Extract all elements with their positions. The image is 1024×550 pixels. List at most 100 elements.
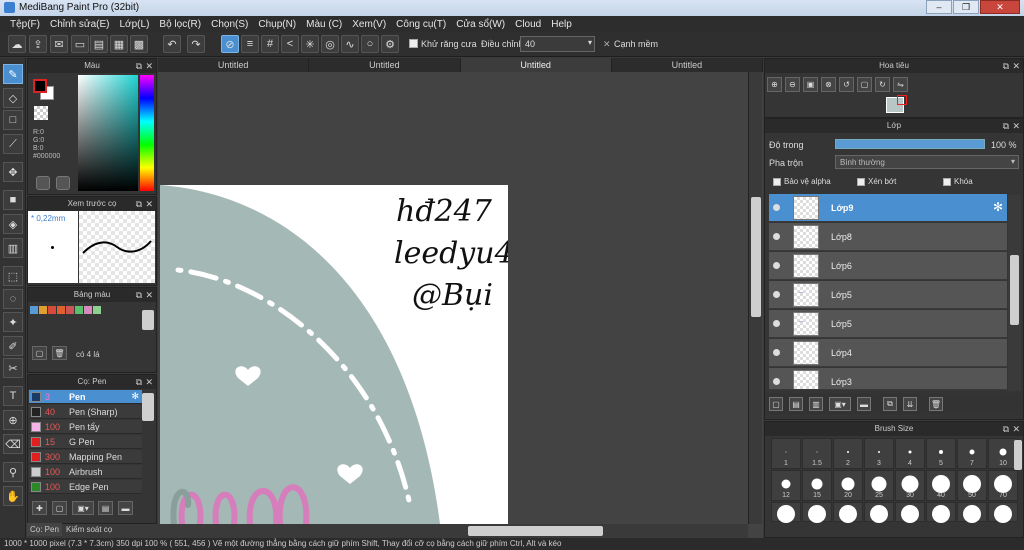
palette-swatch[interactable] xyxy=(84,306,92,314)
layer-scrollbar[interactable] xyxy=(1008,195,1021,391)
tab-document-active[interactable]: Untitled xyxy=(460,58,612,72)
radial-snap-icon[interactable]: ✳ xyxy=(301,35,319,53)
new-brush-icon[interactable]: ▢ xyxy=(52,501,67,515)
save-icon[interactable]: ▤ xyxy=(90,35,108,53)
expand-icon[interactable]: ⧉ xyxy=(136,197,142,211)
saturation-value-picker[interactable] xyxy=(78,75,138,191)
color-wheel-button[interactable] xyxy=(36,176,50,190)
brush-size-cell[interactable] xyxy=(957,502,987,523)
menu-file[interactable]: Tệp(F) xyxy=(6,19,46,30)
expand-icon[interactable]: ⧉ xyxy=(1003,59,1009,73)
menu-filter[interactable]: Bộ lọc(R) xyxy=(155,19,207,30)
eyedropper-icon[interactable]: ⚲ xyxy=(3,462,23,482)
magic-wand-icon[interactable]: ✦ xyxy=(3,312,23,332)
brush-size-cell[interactable]: 25 xyxy=(864,470,894,501)
palette-swatch[interactable] xyxy=(30,306,38,314)
palette-swatch[interactable] xyxy=(93,306,101,314)
palette-scrollbar[interactable] xyxy=(142,310,154,330)
share-icon[interactable]: ⇪ xyxy=(29,35,47,53)
delete-palette-icon[interactable]: 🗑 xyxy=(52,346,67,360)
close-icon[interactable]: ✕ xyxy=(1012,422,1020,436)
horizontal-scrollbar[interactable] xyxy=(158,524,748,538)
palette-swatch[interactable] xyxy=(57,306,65,314)
close-button[interactable]: ✕ xyxy=(980,0,1020,14)
brush-size-cell[interactable]: 1.5 xyxy=(802,438,832,469)
brush-size-cell[interactable]: 5 xyxy=(926,438,956,469)
menu-layer[interactable]: Lớp(L) xyxy=(116,19,156,30)
palette-swatch[interactable] xyxy=(75,306,83,314)
tab-brush-control[interactable]: Kiểm soát cọ xyxy=(63,523,115,536)
brush-size-cell[interactable] xyxy=(926,502,956,523)
brush-size-cell[interactable]: 50 xyxy=(957,470,987,501)
close-icon[interactable]: ✕ xyxy=(145,375,153,389)
vanish-snap-icon[interactable]: < xyxy=(281,35,299,53)
minimize-button[interactable]: – xyxy=(926,0,952,14)
menu-snap[interactable]: Chụp(N) xyxy=(254,19,302,30)
redo-icon[interactable]: ↷ xyxy=(187,35,205,53)
eraser-tool-icon[interactable]: ◇ xyxy=(3,88,23,108)
zoom-out-icon[interactable]: ⊖ xyxy=(785,77,800,92)
brush-menu-icon[interactable]: ▣▾ xyxy=(72,501,94,515)
expand-icon[interactable]: ⧉ xyxy=(136,288,142,302)
layer-row[interactable]: Lớp4 xyxy=(769,339,1007,367)
operation-tool-icon[interactable]: ⌫ xyxy=(3,434,23,454)
brush-tool-icon[interactable]: ✎ xyxy=(3,64,23,84)
close-icon[interactable]: ✕ xyxy=(1012,119,1020,133)
brush-size-scrollbar[interactable] xyxy=(1014,440,1022,470)
brush-size-cell[interactable]: 20 xyxy=(833,470,863,501)
brush-size-cell[interactable] xyxy=(802,502,832,523)
visibility-icon[interactable] xyxy=(773,262,780,269)
brush-file-icon[interactable]: ▤ xyxy=(98,501,113,515)
close-icon[interactable]: ✕ xyxy=(1012,59,1020,73)
select-eraser-icon[interactable]: ✂ xyxy=(3,358,23,378)
dot-tool-icon[interactable]: □ xyxy=(3,110,23,130)
brush-size-cell[interactable] xyxy=(864,502,894,523)
hand-tool-icon[interactable]: ✋ xyxy=(3,486,23,506)
rotate-right-icon[interactable]: ↻ xyxy=(875,77,890,92)
foreground-color-swatch[interactable] xyxy=(33,79,47,93)
menu-window[interactable]: Cửa sổ(W) xyxy=(452,19,511,30)
visibility-icon[interactable] xyxy=(773,233,780,240)
menu-cloud[interactable]: Cloud xyxy=(511,19,547,30)
brush-item-eraser-pen[interactable]: 100 Pen tẩy xyxy=(29,420,142,434)
select-pen-icon[interactable]: ✐ xyxy=(3,336,23,356)
adjust-dropdown[interactable]: 40 ▾ xyxy=(520,36,595,52)
visibility-icon[interactable] xyxy=(773,349,780,356)
flip-icon[interactable]: ⇋ xyxy=(893,77,908,92)
brush-item-pen[interactable]: 3 Pen ✻ xyxy=(29,390,142,404)
brush-size-cell[interactable] xyxy=(771,502,801,523)
layer-row[interactable]: Lớp8 xyxy=(769,223,1007,251)
brush-size-cell[interactable]: 1 xyxy=(771,438,801,469)
antialias-checkbox[interactable] xyxy=(409,39,418,48)
layer-scroll-thumb[interactable] xyxy=(1010,255,1019,325)
menu-help[interactable]: Help xyxy=(547,19,578,30)
expand-icon[interactable]: ⧉ xyxy=(136,375,142,389)
brush-item-edge-pen[interactable]: 100 Edge Pen xyxy=(29,480,142,494)
tab-document[interactable]: Untitled xyxy=(309,58,461,72)
close-icon[interactable]: ✕ xyxy=(145,197,153,211)
brush-list-scrollbar[interactable] xyxy=(142,393,154,421)
rotate-left-icon[interactable]: ↺ xyxy=(839,77,854,92)
brush-size-cell[interactable]: 4 xyxy=(895,438,925,469)
maximize-button[interactable]: ❐ xyxy=(953,0,979,14)
zoom-in-icon[interactable]: ⊕ xyxy=(767,77,782,92)
tab-brush[interactable]: Cọ: Pen xyxy=(27,523,62,536)
color-mode-button[interactable] xyxy=(56,176,70,190)
settings-icon[interactable]: ⚙ xyxy=(381,35,399,53)
expand-icon[interactable]: ⧉ xyxy=(1003,422,1009,436)
menu-tools[interactable]: Công cụ(T) xyxy=(392,19,452,30)
palette-swatch[interactable] xyxy=(39,306,47,314)
menu-view[interactable]: Xem(V) xyxy=(348,19,392,30)
vertical-scroll-thumb[interactable] xyxy=(751,197,761,317)
folder-icon[interactable]: ▬ xyxy=(118,501,133,515)
fit-icon[interactable]: ▣ xyxy=(803,77,818,92)
move-tool-icon[interactable]: ✥ xyxy=(3,162,23,182)
new-palette-icon[interactable]: ▢ xyxy=(32,346,47,360)
brush-size-cell[interactable] xyxy=(988,502,1018,523)
brush-size-cell[interactable]: 15 xyxy=(802,470,832,501)
horizontal-scroll-thumb[interactable] xyxy=(468,526,603,536)
undo-icon[interactable]: ↶ xyxy=(163,35,181,53)
layer-row[interactable]: ~ Lớp5 xyxy=(769,281,1007,309)
layer-row[interactable]: ~ Lớp5 xyxy=(769,310,1007,338)
gradient-tool-icon[interactable]: ▥ xyxy=(3,238,23,258)
